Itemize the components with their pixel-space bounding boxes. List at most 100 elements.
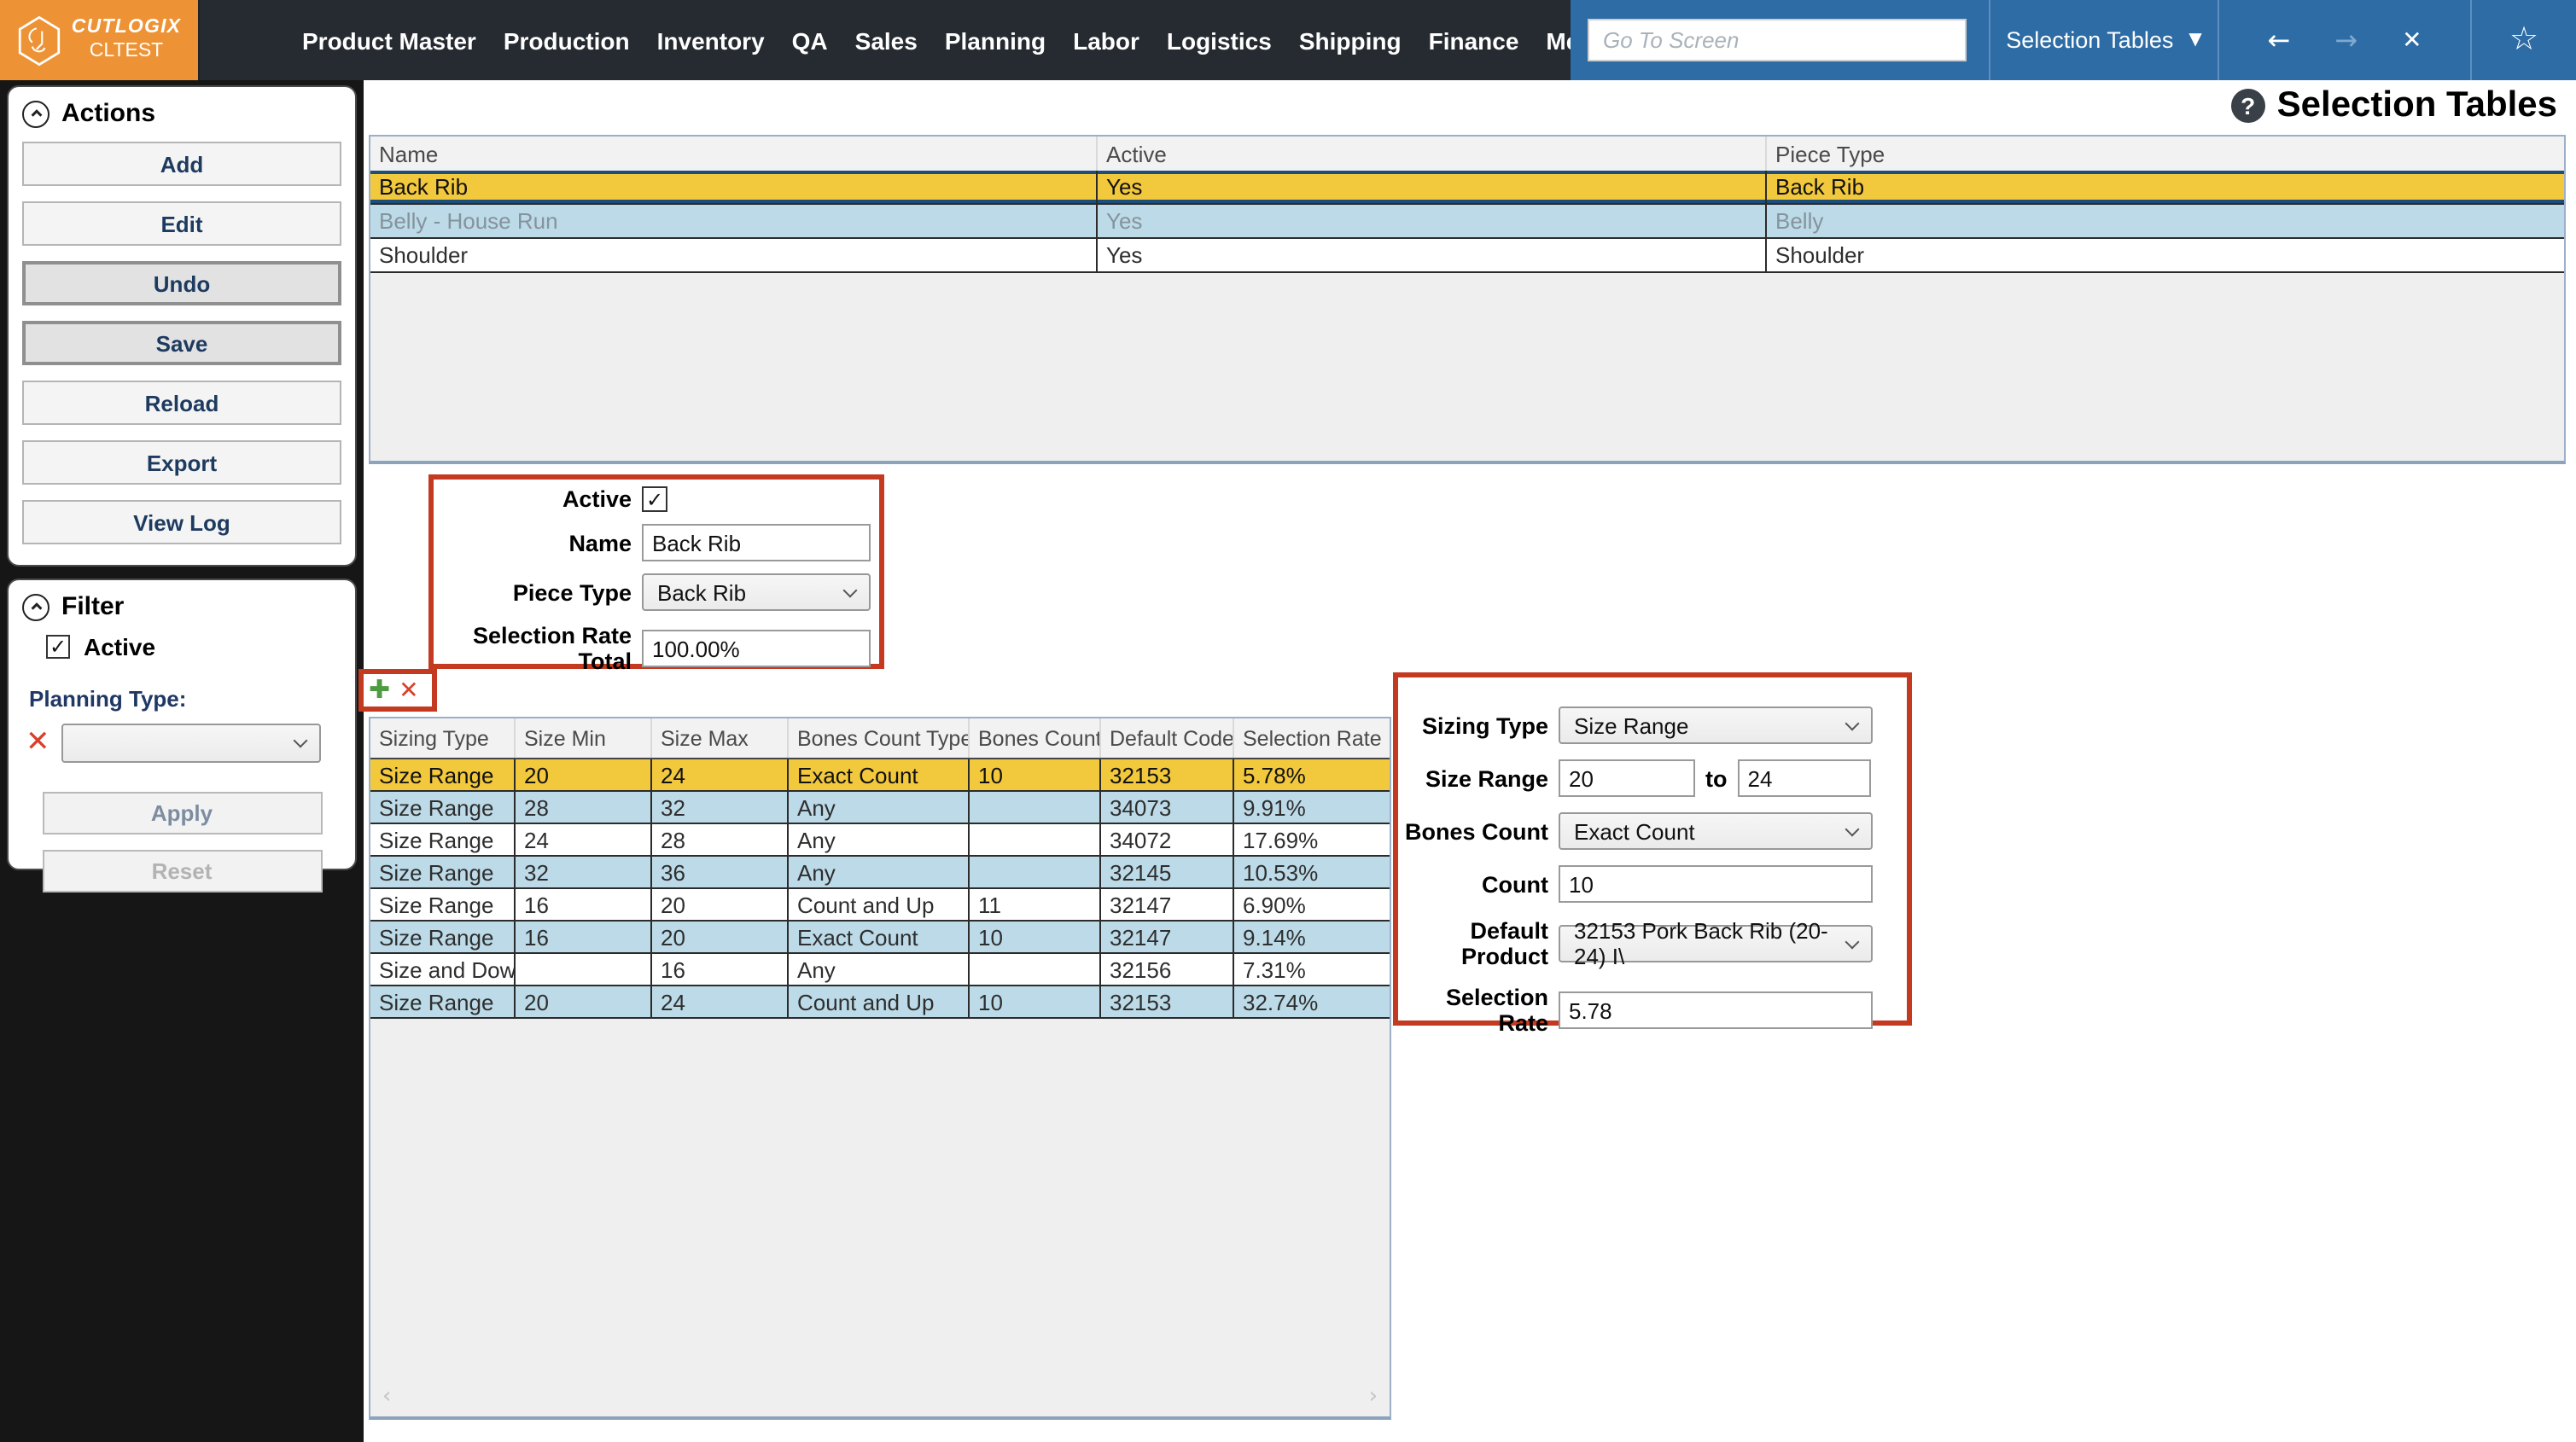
screen-selector[interactable]: Selection Tables ▼ xyxy=(1990,27,2218,53)
table-row[interactable]: Size Range2024Count and Up103215332.74% xyxy=(370,986,1390,1019)
filter-panel-title: Filter xyxy=(61,592,124,621)
scroll-right-icon[interactable]: › xyxy=(1369,1384,1378,1410)
table-row[interactable]: Size Range3236Any3214510.53% xyxy=(370,857,1390,889)
actions-panel: Actions AddEditUndoSaveReloadExportView … xyxy=(7,85,357,567)
forward-icon[interactable]: → xyxy=(2312,26,2380,54)
table-cell: 32 xyxy=(652,792,789,823)
active-checkbox[interactable] xyxy=(642,486,667,512)
table-cell: Yes xyxy=(1098,239,1767,271)
detail-toolbar-annotation-box: ✚ ✕ xyxy=(358,669,437,712)
to-label: to xyxy=(1695,765,1738,791)
sizing-detail-grid: Sizing TypeSize MinSize MaxBones Count T… xyxy=(369,717,1391,1420)
column-header-active[interactable]: Active xyxy=(1098,137,1767,171)
menu-item-inventory[interactable]: Inventory xyxy=(644,26,778,54)
size-max-input[interactable] xyxy=(1738,759,1871,797)
table-cell: Size Range xyxy=(370,824,516,855)
chevron-down-icon xyxy=(1845,822,1860,836)
apply-button[interactable]: Apply xyxy=(42,792,322,834)
column-header-piece-type[interactable]: Piece Type xyxy=(1767,137,2564,171)
selection-rate-total-input[interactable] xyxy=(642,630,871,667)
column-header-name[interactable]: Name xyxy=(370,137,1098,171)
default-product-select[interactable]: 32153 Pork Back Rib (20-24) I\ xyxy=(1559,925,1873,962)
table-row[interactable]: Size Range1620Count and Up11321476.90% xyxy=(370,889,1390,922)
table-row[interactable]: Size and Down16Any321567.31% xyxy=(370,954,1390,986)
table-row[interactable]: Belly - House RunYesBelly xyxy=(370,205,2564,239)
edit-button[interactable]: Edit xyxy=(22,201,341,246)
clear-filter-icon[interactable]: ✕ xyxy=(26,729,50,758)
table-cell: Belly - House Run xyxy=(370,205,1098,237)
table-row[interactable]: Size Range2428Any3407217.69% xyxy=(370,824,1390,857)
menu-item-production[interactable]: Production xyxy=(490,26,644,54)
menu-item-labor[interactable]: Labor xyxy=(1059,26,1153,54)
undo-button[interactable]: Undo xyxy=(22,261,341,305)
table-cell: 17.69% xyxy=(1234,824,1390,855)
table-row[interactable]: Size Range2832Any340739.91% xyxy=(370,792,1390,824)
column-header-selection-rate[interactable]: Selection Rate xyxy=(1234,718,1390,758)
piece-type-select[interactable]: Back Rib xyxy=(642,573,871,611)
table-cell: Back Rib xyxy=(370,171,1098,203)
help-icon[interactable]: ? xyxy=(2231,89,2265,123)
close-icon[interactable]: ✕ xyxy=(2380,28,2444,52)
table-cell: Shoulder xyxy=(370,239,1098,271)
page-title: ? Selection Tables xyxy=(2231,85,2557,126)
add-button[interactable]: Add xyxy=(22,142,341,186)
collapse-chevron-icon[interactable] xyxy=(22,593,50,620)
column-header-size-min[interactable]: Size Min xyxy=(516,718,652,758)
menu-item-planning[interactable]: Planning xyxy=(931,26,1059,54)
add-row-icon[interactable]: ✚ xyxy=(369,677,390,703)
table-cell: Shoulder xyxy=(1767,239,2564,271)
delete-row-icon[interactable]: ✕ xyxy=(399,678,418,702)
back-icon[interactable]: ← xyxy=(2245,26,2312,54)
favorite-star-icon[interactable]: ☆ xyxy=(2509,24,2538,56)
table-cell: 6.90% xyxy=(1234,889,1390,920)
reset-button[interactable]: Reset xyxy=(42,850,322,893)
planning-type-select[interactable] xyxy=(62,724,322,763)
table-cell: 32153 xyxy=(1101,759,1234,790)
export-button[interactable]: Export xyxy=(22,440,341,485)
collapse-chevron-icon[interactable] xyxy=(22,100,50,127)
name-input[interactable] xyxy=(642,524,871,561)
table-cell: 20 xyxy=(652,922,789,952)
app-window: CUTLOGIX CLTEST Product MasterProduction… xyxy=(0,0,2576,1442)
bones-count-select[interactable]: Exact Count xyxy=(1559,812,1873,850)
table-cell: 5.78% xyxy=(1234,759,1390,790)
table-cell: Any xyxy=(789,857,970,887)
table-row[interactable]: ShoulderYesShoulder xyxy=(370,239,2564,273)
table-cell: Size Range xyxy=(370,792,516,823)
view-log-button[interactable]: View Log xyxy=(22,500,341,544)
menu-item-shipping[interactable]: Shipping xyxy=(1285,26,1415,54)
save-button[interactable]: Save xyxy=(22,321,341,365)
column-header-bones-count[interactable]: Bones Count xyxy=(970,718,1101,758)
column-header-bones-count-type[interactable]: Bones Count Type xyxy=(789,718,970,758)
brand-logo[interactable]: CUTLOGIX CLTEST xyxy=(0,0,200,80)
size-min-input[interactable] xyxy=(1559,759,1695,797)
sizing-type-select[interactable]: Size Range xyxy=(1559,706,1873,744)
menu-item-sales[interactable]: Sales xyxy=(842,26,931,54)
column-header-sizing-type[interactable]: Sizing Type xyxy=(370,718,516,758)
menu-item-finance[interactable]: Finance xyxy=(1415,26,1533,54)
table-row[interactable]: Size Range1620Exact Count10321479.14% xyxy=(370,922,1390,954)
menu-item-metrics[interactable]: Metrics xyxy=(1532,26,1571,54)
table-cell xyxy=(970,954,1101,985)
filter-active-checkbox[interactable] xyxy=(46,635,70,659)
reload-button[interactable]: Reload xyxy=(22,381,341,425)
column-header-size-max[interactable]: Size Max xyxy=(652,718,789,758)
page-title-text: Selection Tables xyxy=(2277,85,2557,126)
menu-item-logistics[interactable]: Logistics xyxy=(1153,26,1285,54)
menu-item-qa[interactable]: QA xyxy=(778,26,842,54)
column-header-default-code[interactable]: Default Code xyxy=(1101,718,1234,758)
goto-screen-input[interactable] xyxy=(1588,19,1967,61)
scroll-left-icon[interactable]: ‹ xyxy=(382,1384,391,1410)
table-row[interactable]: Back RibYesBack Rib xyxy=(370,171,2564,205)
table-cell xyxy=(970,857,1101,887)
table-row[interactable]: Size Range2024Exact Count10321535.78% xyxy=(370,759,1390,792)
count-input[interactable] xyxy=(1559,865,1873,903)
sidebar: Actions AddEditUndoSaveReloadExportView … xyxy=(0,80,364,1442)
table-cell: Count and Up xyxy=(789,986,970,1017)
menu-item-product-master[interactable]: Product Master xyxy=(288,26,490,54)
name-label: Name xyxy=(434,530,642,555)
table-cell: 32147 xyxy=(1101,922,1234,952)
chevron-down-icon xyxy=(1845,934,1860,949)
selection-rate-input[interactable] xyxy=(1559,991,1873,1029)
table-cell: 20 xyxy=(516,986,652,1017)
